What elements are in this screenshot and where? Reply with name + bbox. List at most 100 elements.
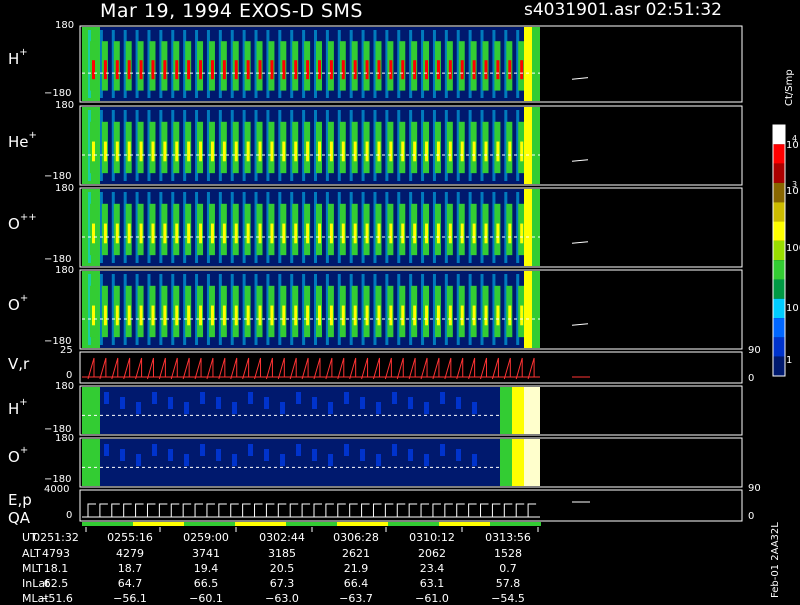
spectrogram-peak-3-36 bbox=[520, 305, 524, 326]
spectrogram-peak-0-29 bbox=[436, 60, 440, 80]
mass-spec-early-6 bbox=[82, 439, 100, 486]
spectrogram-end-yellow-1 bbox=[524, 107, 532, 184]
spectrogram-peak-3-31 bbox=[460, 305, 464, 326]
spectrogram-peak-2-32 bbox=[472, 223, 476, 244]
colorbar-seg-7 bbox=[773, 260, 785, 280]
orbit-cell-mlat-5: −61.0 bbox=[415, 592, 449, 605]
spectrogram-peak-2-12 bbox=[234, 223, 238, 244]
spectrogram-peak-3-26 bbox=[401, 305, 405, 326]
spectrogram-peak-1-27 bbox=[413, 141, 417, 162]
spectrogram-peak-2-9 bbox=[199, 223, 203, 244]
spectrogram-peak-0-13 bbox=[246, 60, 250, 80]
orbit-cell-mlat-0: −51.6 bbox=[39, 592, 73, 605]
spectrogram-peak-0-18 bbox=[306, 60, 310, 80]
colorbar-seg-11 bbox=[773, 337, 785, 357]
spectrogram-peak-0-32 bbox=[472, 60, 476, 80]
spectrogram-peak-2-28 bbox=[425, 223, 429, 244]
spectrogram-peak-2-16 bbox=[282, 223, 286, 244]
rtick-vr-bottom: 0 bbox=[748, 373, 755, 384]
spectrogram-peak-3-12 bbox=[234, 305, 238, 326]
spectrogram-peak-1-34 bbox=[496, 141, 500, 162]
orbit-cell-mlt-3: 20.5 bbox=[269, 562, 295, 575]
spectrogram-peak-3-11 bbox=[222, 305, 226, 326]
mass-spec-cell-5-8 bbox=[232, 402, 237, 414]
ytick-op-top: 180 bbox=[55, 265, 75, 276]
orbit-cell-alt-6: 1528 bbox=[494, 547, 522, 560]
orbit-cell-alt-3: 3185 bbox=[268, 547, 296, 560]
spectrogram-peak-1-35 bbox=[508, 141, 512, 162]
spectrogram-peak-2-0 bbox=[92, 223, 95, 244]
mass-spec-bg-5 bbox=[82, 387, 540, 434]
mass-spec-cell-6-9 bbox=[248, 444, 253, 456]
spectrogram-peak-2-14 bbox=[258, 223, 262, 244]
spectrogram-peak-3-4 bbox=[139, 305, 143, 326]
orbit-cell-mlat-1: −56.1 bbox=[113, 592, 147, 605]
spectrogram-peak-0-25 bbox=[389, 60, 393, 80]
colorbar-seg-8 bbox=[773, 279, 785, 299]
spectrogram-end-green-2 bbox=[532, 189, 540, 266]
spectrogram-peak-0-9 bbox=[199, 60, 203, 80]
spectrogram-peak-1-31 bbox=[460, 141, 464, 162]
orbit-cell-alt-4: 2621 bbox=[342, 547, 370, 560]
spectrogram-end-yellow-3 bbox=[524, 271, 532, 348]
spectrogram-peak-2-10 bbox=[210, 223, 214, 244]
ytick-opp-top: 180 bbox=[55, 183, 75, 194]
spectrogram-peak-0-24 bbox=[377, 60, 381, 80]
qa-stripe-8 bbox=[490, 522, 541, 526]
colorbar-seg-6 bbox=[773, 240, 785, 261]
spectrogram-peak-3-9 bbox=[199, 305, 203, 326]
spectrogram-peak-3-19 bbox=[318, 305, 321, 326]
spectrogram-peak-3-2 bbox=[115, 305, 119, 326]
rtick-ep-top: 90 bbox=[748, 483, 761, 494]
mass-spec-cell-6-8 bbox=[232, 454, 237, 466]
file-stamp: s4031901.asr 02:51:32 bbox=[524, 0, 722, 20]
spectrogram-peak-1-21 bbox=[341, 141, 345, 162]
spectrogram-peak-3-14 bbox=[258, 305, 262, 326]
spectrogram-peak-1-23 bbox=[365, 141, 369, 162]
panel-label-h-plus: H+ bbox=[8, 47, 28, 68]
mass-spec-cell-5-1 bbox=[120, 397, 125, 409]
panel-label-he-plus: He+ bbox=[8, 130, 37, 151]
orbit-cell-inlat-3: 67.3 bbox=[269, 577, 295, 590]
spectrogram-peak-3-23 bbox=[365, 305, 369, 326]
mass-spec-end-yellow-6 bbox=[512, 439, 524, 486]
colorbar-tick-100: 100 bbox=[786, 243, 800, 254]
colorbar-seg-3 bbox=[773, 182, 785, 203]
spectrogram-peak-2-15 bbox=[270, 223, 274, 244]
mass-spec-cell-5-11 bbox=[280, 402, 285, 414]
spectrogram-peak-1-10 bbox=[210, 141, 214, 162]
spectrogram-end-green-0 bbox=[532, 27, 540, 101]
rtick-vr-top: 90 bbox=[748, 345, 761, 356]
spectrogram-peak-3-16 bbox=[282, 305, 286, 326]
panel-label-h-plus-base: H bbox=[8, 50, 20, 68]
orbit-cell-inlat-1: 64.7 bbox=[117, 577, 143, 590]
spectrogram-peak-0-3 bbox=[127, 60, 131, 80]
orbit-cell-inlat-6: 57.8 bbox=[495, 577, 521, 590]
mass-spec-cell-6-18 bbox=[392, 444, 397, 456]
mass-spec-cell-5-21 bbox=[440, 392, 445, 404]
spectrogram-peak-0-35 bbox=[508, 60, 512, 80]
spectrogram-peak-0-1 bbox=[103, 60, 107, 80]
panel-label-o-plus-2-sup: + bbox=[19, 445, 29, 456]
colorbar-seg-9 bbox=[773, 298, 785, 319]
spectrogram-peak-1-24 bbox=[377, 141, 381, 162]
mass-spec-cell-5-3 bbox=[152, 392, 157, 404]
spectrogram-peak-2-8 bbox=[187, 223, 191, 244]
mass-spec-cell-6-22 bbox=[456, 449, 461, 461]
panel-label-o-plus-2-base: O bbox=[8, 448, 20, 466]
mass-spec-cell-5-16 bbox=[360, 397, 365, 409]
orbit-cell-inlat-5: 63.1 bbox=[419, 577, 445, 590]
spectrogram-peak-1-6 bbox=[163, 141, 167, 162]
spectrogram-peak-1-3 bbox=[127, 141, 131, 162]
mass-spec-cell-5-12 bbox=[296, 392, 301, 404]
spectrogram-peak-2-3 bbox=[127, 223, 131, 244]
mass-spec-cell-5-19 bbox=[408, 397, 413, 409]
orbit-cell-inlat-0: 62.5 bbox=[43, 577, 69, 590]
orbit-cell-alt-1: 4279 bbox=[116, 547, 144, 560]
spectrogram-peak-1-32 bbox=[472, 141, 476, 162]
spectrogram-peak-3-30 bbox=[448, 305, 452, 326]
mass-spec-cell-6-12 bbox=[296, 444, 301, 456]
mass-spec-cell-5-18 bbox=[392, 392, 397, 404]
mass-spec-cell-5-9 bbox=[248, 392, 253, 404]
mass-spec-cell-6-13 bbox=[312, 449, 317, 461]
